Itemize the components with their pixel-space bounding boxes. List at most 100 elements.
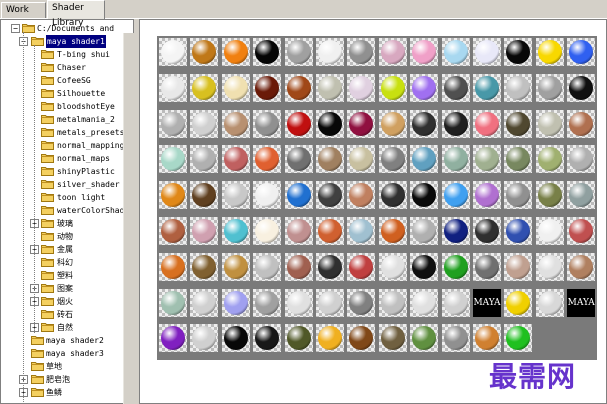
shader-swatch[interactable]: [253, 145, 282, 174]
shader-swatch[interactable]: [159, 217, 187, 245]
shader-swatch[interactable]: [190, 109, 219, 138]
tree-item[interactable]: 金属: [57, 243, 73, 256]
shader-swatch[interactable]: [567, 109, 596, 138]
shader-swatch[interactable]: [441, 109, 470, 138]
tree-item-selected[interactable]: maya shader1: [46, 35, 106, 48]
shader-swatch[interactable]: [441, 324, 470, 353]
shader-swatch[interactable]: [316, 252, 344, 281]
shader-swatch[interactable]: [441, 252, 470, 281]
shader-swatch[interactable]: [347, 38, 376, 66]
tree-item[interactable]: 科幻: [57, 256, 73, 269]
shader-swatch[interactable]: [159, 324, 187, 353]
shader-swatch[interactable]: [473, 181, 501, 210]
shader-swatch[interactable]: [410, 73, 439, 102]
shader-swatch[interactable]: [316, 38, 344, 66]
shader-swatch[interactable]: [190, 145, 219, 174]
shader-swatch[interactable]: [473, 324, 501, 353]
shader-swatch[interactable]: [378, 38, 407, 66]
shader-swatch[interactable]: [190, 288, 219, 317]
shader-swatch[interactable]: [410, 181, 439, 210]
tree-item[interactable]: metalmania_2: [57, 113, 115, 126]
tree-item[interactable]: toon light: [57, 191, 105, 204]
shader-swatch[interactable]: [316, 324, 344, 353]
shader-swatch[interactable]: [567, 38, 596, 66]
shader-swatch[interactable]: [253, 109, 282, 138]
shader-swatch[interactable]: [347, 145, 376, 174]
shader-swatch[interactable]: [378, 324, 407, 353]
shader-swatch[interactable]: [473, 73, 501, 102]
shader-swatch[interactable]: [159, 288, 187, 317]
shader-swatch[interactable]: [567, 217, 596, 245]
shader-swatch[interactable]: [221, 324, 250, 353]
tree-item[interactable]: 草地: [46, 360, 62, 373]
shader-swatch[interactable]: [441, 217, 470, 245]
shader-swatch[interactable]: [347, 181, 376, 210]
shader-swatch[interactable]: [347, 109, 376, 138]
shader-swatch[interactable]: [535, 217, 564, 245]
shader-swatch[interactable]: [410, 109, 439, 138]
tree-item[interactable]: maya shader2: [46, 334, 104, 347]
shader-swatch[interactable]: [504, 73, 533, 102]
tree-item[interactable]: 塑料: [57, 269, 73, 282]
shader-swatch[interactable]: [190, 324, 219, 353]
shader-swatch[interactable]: [410, 217, 439, 245]
shader-swatch[interactable]: [221, 181, 250, 210]
tree-item[interactable]: 动物: [57, 230, 73, 243]
shader-swatch[interactable]: [347, 288, 376, 317]
shader-swatch[interactable]: [410, 38, 439, 66]
shader-swatch[interactable]: [284, 145, 313, 174]
shader-swatch[interactable]: [347, 217, 376, 245]
shader-swatch[interactable]: [253, 324, 282, 353]
tree-item[interactable]: bloodshotEye: [57, 100, 115, 113]
shader-swatch[interactable]: [316, 145, 344, 174]
shader-swatch[interactable]: [473, 217, 501, 245]
shader-swatch[interactable]: [284, 109, 313, 138]
tree-item[interactable]: maya shader3: [46, 347, 104, 360]
tree-item[interactable]: shinyPlastic: [57, 165, 115, 178]
shader-swatch[interactable]: [253, 73, 282, 102]
tree-item[interactable]: 肥皂泡: [46, 373, 70, 386]
shader-swatch[interactable]: [535, 145, 564, 174]
tree-item[interactable]: 鱼鳞: [46, 386, 62, 399]
expand-toggle[interactable]: −: [11, 24, 20, 33]
shader-swatch[interactable]: [221, 288, 250, 317]
shader-swatch[interactable]: [535, 38, 564, 66]
shader-swatch[interactable]: [378, 145, 407, 174]
shader-swatch[interactable]: [347, 73, 376, 102]
shader-swatch[interactable]: [567, 252, 596, 281]
shader-swatch[interactable]: MAYA: [567, 288, 596, 317]
tree-item[interactable]: T-bing shui: [57, 48, 110, 61]
shader-swatch[interactable]: [284, 73, 313, 102]
shader-swatch[interactable]: [504, 324, 533, 353]
tab-shader-library[interactable]: Shader Library: [47, 0, 105, 28]
shader-swatch[interactable]: [567, 181, 596, 210]
shader-swatch[interactable]: [441, 181, 470, 210]
shader-swatch[interactable]: [221, 73, 250, 102]
tab-work-area[interactable]: Work Area: [1, 2, 46, 30]
shader-swatch[interactable]: [316, 181, 344, 210]
shader-swatch[interactable]: [504, 145, 533, 174]
tree-item[interactable]: normal_maps: [57, 152, 110, 165]
shader-swatch[interactable]: [473, 252, 501, 281]
shader-swatch[interactable]: [504, 217, 533, 245]
shader-swatch[interactable]: [284, 38, 313, 66]
shader-swatch[interactable]: [347, 324, 376, 353]
shader-swatch[interactable]: [441, 38, 470, 66]
shader-swatch[interactable]: MAYA: [473, 288, 501, 317]
tree-item[interactable]: CofeeSG: [57, 74, 91, 87]
shader-swatch[interactable]: [221, 217, 250, 245]
shader-swatch[interactable]: [159, 109, 187, 138]
tree-item[interactable]: 自然: [57, 321, 73, 334]
shader-swatch[interactable]: [284, 324, 313, 353]
shader-swatch[interactable]: [504, 38, 533, 66]
shader-swatch[interactable]: [410, 145, 439, 174]
shader-swatch[interactable]: [316, 73, 344, 102]
shader-swatch[interactable]: [410, 324, 439, 353]
shader-swatch[interactable]: [221, 252, 250, 281]
shader-tree[interactable]: −C:/Documents and−maya shader1T-bing shu…: [0, 19, 134, 404]
shader-swatch[interactable]: [284, 217, 313, 245]
shader-swatch[interactable]: [410, 252, 439, 281]
shader-swatch[interactable]: [253, 181, 282, 210]
shader-swatch[interactable]: [504, 288, 533, 317]
shader-swatch[interactable]: [473, 145, 501, 174]
